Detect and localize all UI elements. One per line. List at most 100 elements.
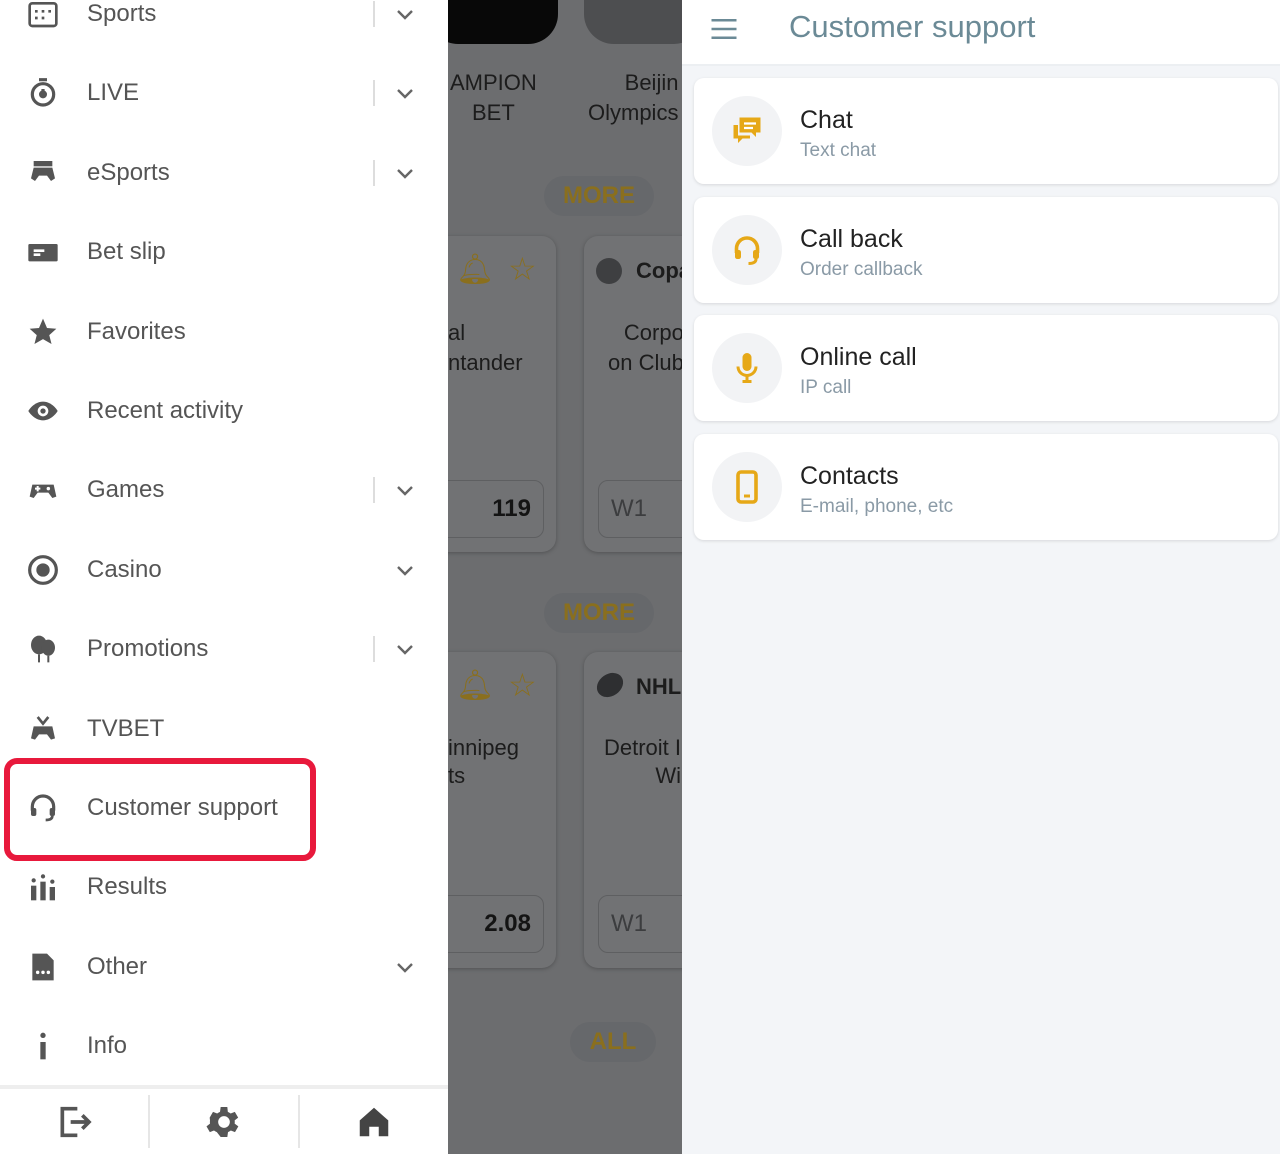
option-title: Call back [800,224,903,253]
option-subtitle: Text chat [800,140,877,161]
menu-item-label: Recent activity [87,397,244,424]
chevron-down-icon[interactable] [393,955,417,979]
calendar-icon [28,1,58,28]
menu-item-tvbet[interactable]: TVBET [0,699,448,759]
menu-item-label: Other [87,952,148,980]
headset-icon [734,235,760,265]
option-title: Online call [800,343,917,372]
menu-item-label: LIVE [87,79,140,107]
home-button[interactable] [300,1095,448,1148]
chevron-down-icon[interactable] [393,2,417,26]
option-icon-circle [712,96,782,166]
settings-button[interactable] [150,1095,300,1148]
support-option-call-back[interactable]: Call back Order callback [694,196,1278,303]
option-title: Chat [800,106,853,134]
menu-item-other[interactable]: Other [0,937,448,997]
divider [373,159,375,186]
menu-item-label: Results [87,873,168,901]
menu-item-recent-activity[interactable]: Recent activity [0,381,448,441]
page-title: Customer support [789,9,1036,44]
menu-item-label: Bet slip [87,238,166,266]
card-teams: innipeg ts [448,735,519,788]
odd-button[interactable]: W1 [598,480,682,538]
chevron-down-icon[interactable] [393,161,417,185]
divider [373,477,375,504]
chevron-down-icon[interactable] [393,558,417,582]
all-button[interactable]: ALL [570,1022,656,1062]
banner-label: AMPION BET [450,70,537,125]
menu-item-casino[interactable]: Casino [0,540,448,600]
banner-label: Beijin Olympics [588,70,679,125]
logout-icon [60,1106,92,1137]
card-league: Copa [636,258,682,283]
settings-icon [206,1106,239,1137]
card-teams: al ntander [448,320,523,375]
menu-item-label: TVBET [87,714,165,742]
odd-button[interactable]: W1 [598,895,682,953]
menu-item-results[interactable]: Results [0,857,448,917]
option-icon-circle [712,452,782,523]
document-icon [32,953,54,981]
chevron-down-icon[interactable] [393,478,417,502]
star-icon[interactable]: ☆ [508,250,537,288]
joystick-icon [29,485,57,499]
card-teams: Detroit I Wi [604,735,682,788]
card-teams: Corpo on Club [608,320,682,375]
divider [373,1,375,27]
star-icon[interactable]: ☆ [508,666,537,704]
option-icon-circle [712,214,782,285]
card-league: NHL [636,674,682,699]
customer-support-panel: Customer support Chat Text chat Call back O… [682,0,1280,1154]
divider [373,636,375,663]
balloons-icon [31,635,55,663]
support-option-contacts[interactable]: Contacts E-mail, phone, etc [694,434,1278,541]
menu-item-label: Sports [87,0,157,27]
info-icon [40,1032,46,1060]
menu-item-label: Promotions [87,635,209,663]
stopwatch-icon [30,78,56,107]
background-page-dimmed[interactable]: AMPION BET Beijin Olympics MORE 🔔︎ ☆ al … [448,0,682,1154]
option-subtitle: E-mail, phone, etc [800,496,954,518]
menu-item-promotions[interactable]: Promotions [0,619,448,679]
phone-icon [736,470,758,504]
menu-item-info[interactable]: Info [0,1016,448,1076]
support-option-chat[interactable]: Chat Text chat [694,78,1278,184]
menu-item-favorites[interactable]: Favorites [0,302,448,362]
bar-chart-icon [31,874,55,901]
hamburger-menu-icon[interactable] [708,14,740,44]
chip-icon [28,554,58,585]
logout-button[interactable] [0,1095,150,1148]
option-title: Contacts [800,462,899,491]
menu-item-sports[interactable]: Sports [0,0,448,44]
option-icon-circle [712,333,782,404]
odd-button[interactable]: 119 [448,480,544,538]
chevron-down-icon[interactable] [393,81,417,105]
bell-icon[interactable]: 🔔︎ [456,252,494,287]
option-subtitle: IP call [800,377,852,399]
more-button[interactable]: MORE [544,593,654,633]
menu-item-label: Favorites [87,317,186,345]
menu-item-games[interactable]: Games [0,460,448,520]
menu-item-bet-slip[interactable]: Bet slip [0,222,448,282]
bell-icon[interactable]: 🔔︎ [456,668,494,703]
support-option-online-call[interactable]: Online call IP call [694,315,1278,422]
star-icon [29,318,57,344]
divider [373,80,375,107]
menu-item-esports[interactable]: eSports [0,143,448,203]
chevron-down-icon[interactable] [393,637,417,661]
header: Customer support [682,0,1280,66]
highlight-box [4,758,316,861]
menu-item-label: eSports [87,158,170,186]
gamepad-icon [31,160,55,181]
tv-gamepad-icon [31,715,55,740]
menu-item-live[interactable]: LIVE [0,63,448,123]
option-subtitle: Order callback [800,258,923,280]
menu-item-label: Casino [87,555,162,583]
home-icon [359,1107,389,1136]
side-menu: Sports LIVE eSports Bet slip Favorites Recent… [0,0,448,1154]
odd-button[interactable]: 2.08 [448,895,544,953]
menu-bottom-bar [0,1085,448,1154]
more-button[interactable]: MORE [544,176,654,216]
eye-icon [28,401,58,421]
menu-item-label: Games [87,476,165,504]
